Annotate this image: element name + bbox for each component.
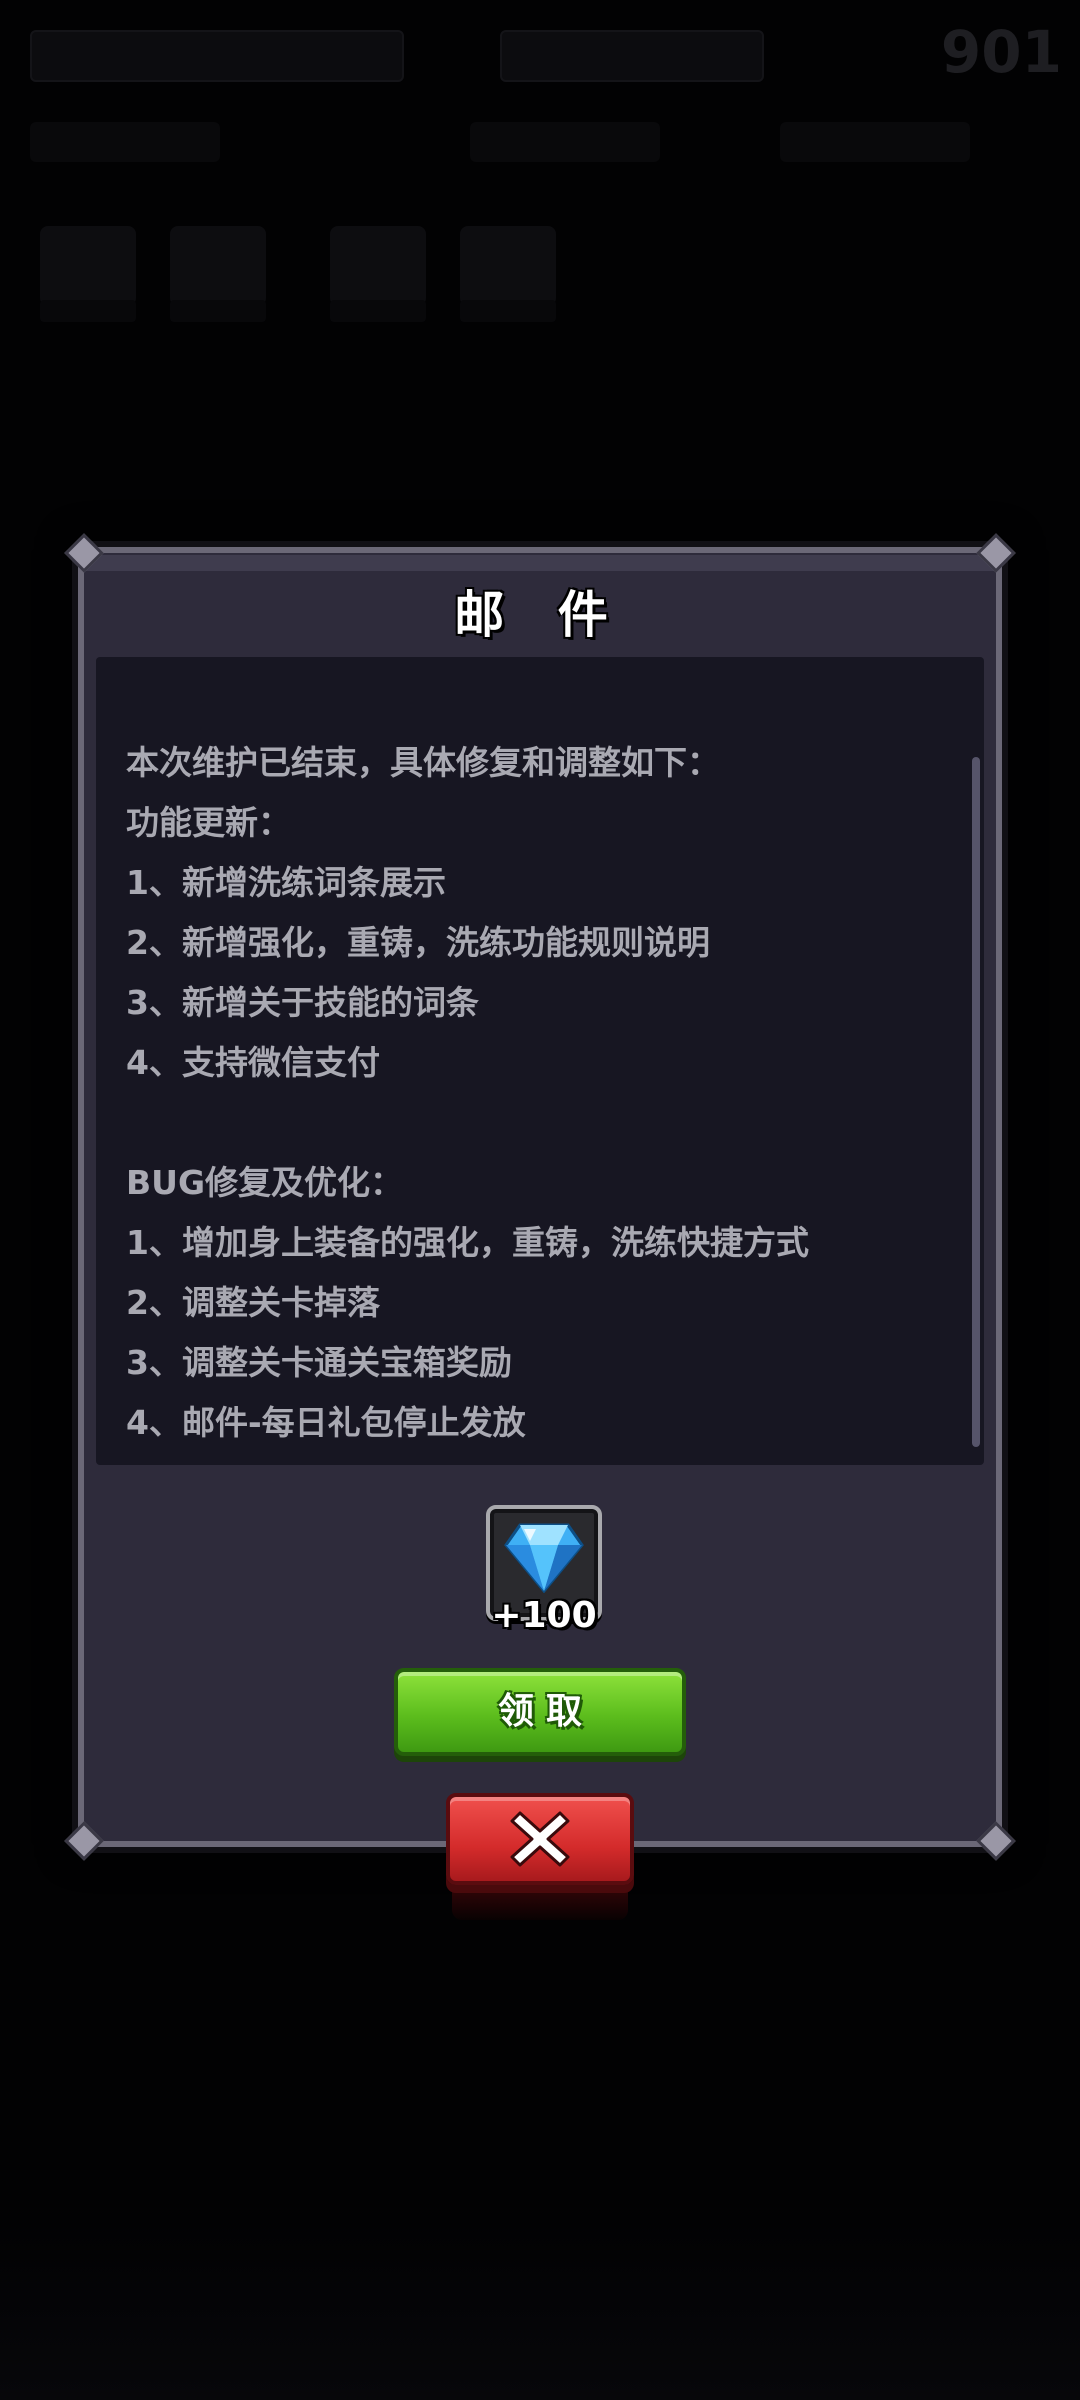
corner-ornament <box>64 1821 104 1861</box>
bg-tile-3 <box>330 226 426 306</box>
bg-resource-bar <box>500 30 764 82</box>
bg-tile-label-3 <box>330 300 426 322</box>
mail-dialog: 邮 件 本次维护已结束，具体修复和调整如下： 功能更新： 1、新增洗练词条展示 … <box>64 533 1016 1861</box>
diamond-icon <box>504 1521 584 1597</box>
bg-stat-1 <box>30 122 220 162</box>
close-button-shadow <box>452 1890 628 1920</box>
mail-content-panel[interactable]: 本次维护已结束，具体修复和调整如下： 功能更新： 1、新增洗练词条展示 2、新增… <box>96 657 984 1465</box>
bg-tile-1 <box>40 226 136 306</box>
bg-stat-2 <box>470 122 660 162</box>
bg-tile-2 <box>170 226 266 306</box>
bg-tile-label-1 <box>40 300 136 322</box>
corner-ornament <box>64 533 104 573</box>
bg-player-bar <box>30 30 404 82</box>
mail-content-text: 本次维护已结束，具体修复和调整如下： 功能更新： 1、新增洗练词条展示 2、新增… <box>126 743 809 1442</box>
bg-tile-label-2 <box>170 300 266 322</box>
claim-button-label: 领取 <box>497 1691 594 1732</box>
bg-tile-4 <box>460 226 556 306</box>
bg-stat-3 <box>780 122 970 162</box>
background-bottom-bar <box>0 2220 1080 2400</box>
close-x-icon <box>510 1809 570 1873</box>
bg-top-right-value: 901 <box>940 18 1062 86</box>
claim-button[interactable]: 领取 <box>394 1668 686 1756</box>
reward-count: +100 <box>491 1595 597 1636</box>
corner-ornament <box>976 533 1016 573</box>
background-hud: 901 <box>0 0 1080 380</box>
close-button[interactable] <box>446 1793 634 1885</box>
dialog-title: 邮 件 <box>454 586 626 644</box>
bg-tile-label-4 <box>460 300 556 322</box>
content-scrollbar[interactable] <box>972 757 980 1447</box>
corner-ornament <box>976 1821 1016 1861</box>
game-screen: 901 邮 件 本次维护已结束，具体修复和调整如下： 功能更新： 1、新增洗练词… <box>0 0 1080 2400</box>
